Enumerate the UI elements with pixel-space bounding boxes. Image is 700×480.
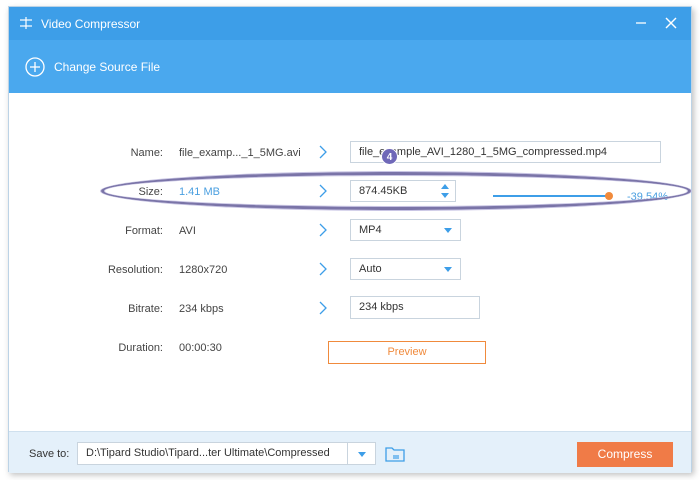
compress-button[interactable]: Compress [577,442,673,467]
sliders-icon [20,17,32,29]
chevron-down-icon [444,267,452,272]
close-button[interactable] [663,15,679,31]
step-badge: 4 [381,148,398,165]
format-selected-value: MP4 [359,224,382,236]
chevron-down-icon [358,452,366,457]
bitrate-input[interactable]: 234 kbps [350,296,480,319]
duration-source-value: 00:00:30 [179,342,222,354]
save-path-field[interactable]: D:\Tipard Studio\Tipard...ter Ultimate\C… [77,442,375,465]
chevron-right-icon [319,184,327,198]
video-compressor-window: Video Compressor Change Source File Name… [8,6,692,473]
resolution-dropdown[interactable]: Auto [350,258,461,280]
chevron-right-icon [319,301,327,315]
window-title: Video Compressor [41,17,141,31]
duration-label: Duration: [118,342,163,354]
chevron-right-icon [319,223,327,237]
toolbar: Change Source File [9,40,691,93]
format-source-value: AVI [179,225,196,237]
resolution-selected-value: Auto [359,263,382,275]
output-size-value: 874.45KB [359,185,408,197]
save-to-label: Save to: [29,448,70,460]
footer-bar: Save to: D:\Tipard Studio\Tipard...ter U… [9,431,691,473]
size-slider-track[interactable] [493,195,609,197]
resolution-label: Resolution: [107,264,163,276]
chevron-right-icon [319,262,327,276]
folder-icon[interactable] [385,445,405,462]
chevron-right-icon [319,145,327,159]
change-source-file-button[interactable]: Change Source File [25,56,160,78]
bitrate-source-value: 234 kbps [179,303,224,315]
output-size-stepper[interactable]: 874.45KB [350,180,456,202]
name-label: Name: [130,147,163,159]
size-label: Size: [138,186,163,198]
size-slider-handle[interactable] [605,192,613,200]
stepper-arrows-icon[interactable] [440,183,450,199]
title-bar: Video Compressor [9,7,691,40]
preview-button[interactable]: Preview [328,341,486,364]
bitrate-label: Bitrate: [128,303,163,315]
change-source-label: Change Source File [54,60,161,74]
add-circle-icon [25,57,45,77]
size-reduction-percent: -39.54% [627,191,668,203]
name-source-value: file_examp..._1_5MG.avi [179,147,301,159]
format-label: Format: [125,225,163,237]
save-path-dropdown[interactable] [347,442,376,465]
minimize-button[interactable] [633,15,649,31]
size-source-value: 1.41 MB [179,186,220,198]
resolution-source-value: 1280x720 [179,264,228,276]
format-dropdown[interactable]: MP4 [350,219,461,241]
chevron-down-icon [444,228,452,233]
